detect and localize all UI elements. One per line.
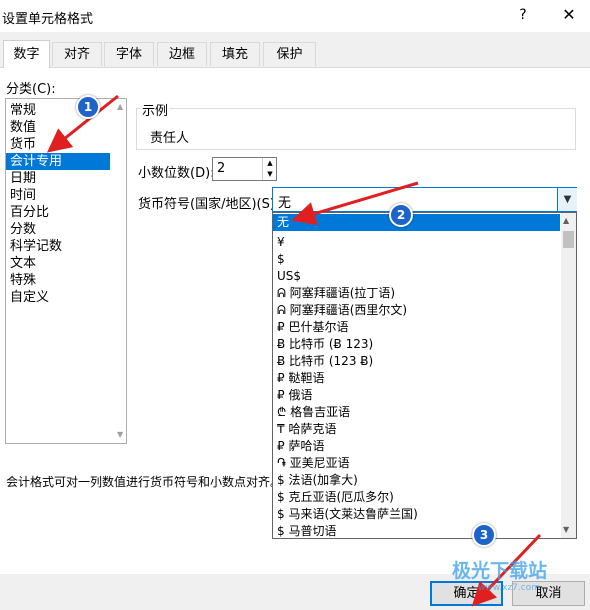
sample-label: 示例	[140, 100, 171, 119]
category-label: 分类(C):	[6, 82, 56, 97]
category-item-fraction[interactable]: 分数	[6, 221, 110, 238]
category-item-date[interactable]: 日期	[6, 170, 110, 187]
currency-option[interactable]: ₽ 俄语	[273, 387, 560, 404]
step-badge-1: 1	[76, 95, 100, 119]
sample-groupbox	[136, 108, 576, 150]
currency-option[interactable]: ₸ 哈萨克语	[273, 421, 560, 438]
currency-option[interactable]: ₽ 巴什基尔语	[273, 319, 560, 336]
scroll-up-icon[interactable]: ▲	[117, 102, 123, 111]
currency-option[interactable]: $ 法语(加拿大)	[273, 472, 560, 489]
watermark-url: www.xz7.com	[478, 583, 540, 593]
currency-option[interactable]: Ƀ 比特币 (Ƀ 123)	[273, 336, 560, 353]
tab-divider	[0, 67, 590, 68]
currency-dropdown-list[interactable]: 无 ¥ $ US$ ᕱ 阿塞拜疆语(拉丁语) ᕱ 阿塞拜疆语(西里尔文) ₽ 巴…	[272, 212, 577, 539]
currency-option[interactable]: $ 马来语(文莱达鲁萨兰国)	[273, 506, 560, 523]
currency-option[interactable]: ᕱ 阿塞拜疆语(拉丁语)	[273, 285, 560, 302]
currency-option[interactable]: ₾ 格鲁吉亚语	[273, 404, 560, 421]
close-button[interactable]: ✕	[556, 4, 582, 26]
tab-number[interactable]: 数字	[3, 40, 50, 68]
currency-option[interactable]: US$	[273, 268, 560, 285]
tab-protection[interactable]: 保护	[263, 42, 316, 66]
sample-value: 责任人	[150, 131, 190, 146]
category-item-percentage[interactable]: 百分比	[6, 204, 110, 221]
format-description: 会计格式可对一列数值进行货币符号和小数点对齐。	[6, 475, 272, 489]
category-list[interactable]: 常规 数值 货币 会计专用 日期 时间 百分比 分数 科学记数 文本 特殊 自定…	[5, 98, 127, 444]
scroll-down-icon[interactable]: ▼	[117, 430, 123, 439]
tab-alignment[interactable]: 对齐	[52, 42, 102, 66]
help-button[interactable]: ?	[512, 4, 534, 26]
spin-up-icon[interactable]: ▲	[262, 158, 277, 169]
category-item-currency[interactable]: 货币	[6, 136, 110, 153]
currency-option[interactable]: ¥	[273, 234, 560, 251]
currency-option[interactable]: 无	[273, 214, 560, 231]
category-item-scientific[interactable]: 科学记数	[6, 238, 110, 255]
dialog-title: 设置单元格格式	[2, 12, 94, 27]
category-item-time[interactable]: 时间	[6, 187, 110, 204]
category-scrollbar[interactable]: ▲ ▼	[116, 100, 126, 442]
category-item-text[interactable]: 文本	[6, 255, 110, 272]
spin-down-icon[interactable]: ▼	[262, 169, 277, 180]
tab-fill[interactable]: 填充	[210, 42, 260, 66]
watermark-logo: 极光下载站	[452, 560, 548, 582]
currency-option[interactable]: ₽ 鞑靼语	[273, 370, 560, 387]
category-item-special[interactable]: 特殊	[6, 272, 110, 289]
scroll-thumb[interactable]	[563, 231, 574, 248]
dropdown-scrollbar[interactable]: ▲ ▼	[561, 213, 576, 538]
currency-option[interactable]: ֏ 亚美尼亚语	[273, 455, 560, 472]
currency-option[interactable]: $ 马普切语	[273, 523, 560, 538]
scroll-down-icon[interactable]: ▼	[563, 525, 569, 534]
currency-option[interactable]: ₽ 萨哈语	[273, 438, 560, 455]
category-item-accounting[interactable]: 会计专用	[6, 153, 110, 170]
category-item-custom[interactable]: 自定义	[6, 289, 110, 306]
decimal-places-label: 小数位数(D):	[138, 166, 215, 181]
currency-option[interactable]: Ƀ 比特币 (123 Ƀ)	[273, 353, 560, 370]
currency-option[interactable]: ᕱ 阿塞拜疆语(西里尔文)	[273, 302, 560, 319]
scroll-up-icon[interactable]: ▲	[563, 216, 569, 225]
currency-option[interactable]: $	[273, 251, 560, 268]
currency-symbol-select[interactable]	[272, 187, 577, 212]
currency-option[interactable]: $ 克丘亚语(厄瓜多尔)	[273, 489, 560, 506]
currency-symbol-value[interactable]: 无	[278, 192, 291, 211]
decimal-places-value[interactable]: 2	[217, 161, 225, 176]
step-badge-2: 2	[389, 203, 413, 227]
chevron-down-icon[interactable]: ▼	[557, 188, 577, 211]
tab-border[interactable]: 边框	[157, 42, 207, 66]
category-item-number[interactable]: 数值	[6, 119, 110, 136]
currency-symbol-label: 货币符号(国家/地区)(S):	[138, 197, 280, 212]
step-badge-3: 3	[472, 523, 496, 547]
tab-font[interactable]: 字体	[104, 42, 154, 66]
